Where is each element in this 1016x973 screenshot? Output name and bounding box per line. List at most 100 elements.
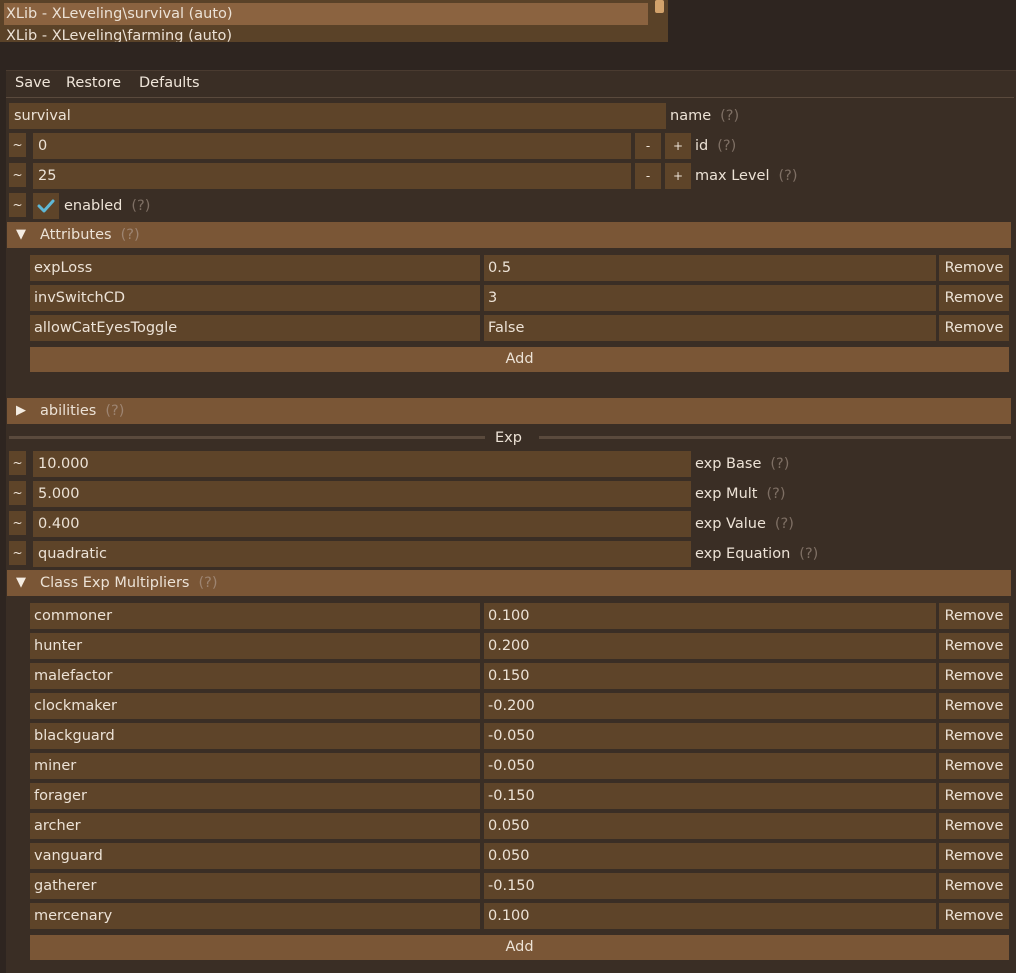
remove-button[interactable]: Remove — [939, 843, 1009, 869]
class-multiplier-key-cell[interactable]: miner — [30, 753, 480, 779]
class-multiplier-key-cell[interactable]: malefactor — [30, 663, 480, 689]
help-icon[interactable]: (?) — [105, 403, 124, 419]
remove-button[interactable]: Remove — [939, 813, 1009, 839]
attribute-value-cell[interactable]: False — [484, 315, 936, 341]
help-icon[interactable]: (?) — [766, 486, 785, 502]
class-multiplier-value: 0.100 — [488, 608, 530, 624]
remove-button[interactable]: Remove — [939, 873, 1009, 899]
class-multiplier-key-cell[interactable]: archer — [30, 813, 480, 839]
class-multiplier-value-cell[interactable]: 0.200 — [484, 633, 936, 659]
class-multiplier-key: forager — [34, 788, 87, 804]
restore-menu-item[interactable]: Restore — [66, 73, 121, 93]
list-scrollbar[interactable] — [655, 0, 664, 13]
attribute-value-cell[interactable]: 0.5 — [484, 255, 936, 281]
exp-input[interactable]: quadratic — [33, 541, 691, 567]
max-level-decrement-button[interactable]: - — [635, 163, 661, 189]
attributes-header[interactable]: ▼ Attributes (?) — [7, 222, 1011, 248]
class-multiplier-key: gatherer — [34, 878, 97, 894]
class-multiplier-value-cell[interactable]: 0.050 — [484, 813, 936, 839]
class-multiplier-value-cell[interactable]: 0.100 — [484, 603, 936, 629]
class-multiplier-value-cell[interactable]: -0.150 — [484, 873, 936, 899]
enabled-reset-button[interactable]: ~ — [9, 193, 26, 217]
exp-section-title: Exp — [495, 430, 522, 446]
save-menu-item[interactable]: Save — [15, 73, 51, 93]
remove-button[interactable]: Remove — [939, 315, 1009, 341]
enabled-checkbox[interactable] — [33, 193, 59, 219]
remove-button[interactable]: Remove — [939, 603, 1009, 629]
exp-input-value: 0.400 — [38, 516, 80, 532]
class-multiplier-key-cell[interactable]: commoner — [30, 603, 480, 629]
class-multiplier-key-cell[interactable]: blackguard — [30, 723, 480, 749]
class-multiplier-value-cell[interactable]: 0.050 — [484, 843, 936, 869]
class-multiplier-value: -0.200 — [488, 698, 535, 714]
remove-button[interactable]: Remove — [939, 663, 1009, 689]
attribute-value-cell[interactable]: 3 — [484, 285, 936, 311]
class-multiplier-key-cell[interactable]: clockmaker — [30, 693, 480, 719]
remove-button[interactable]: Remove — [939, 723, 1009, 749]
class-multiplier-value-cell[interactable]: -0.050 — [484, 753, 936, 779]
attribute-key-cell[interactable]: allowCatEyesToggle — [30, 315, 480, 341]
defaults-menu-item[interactable]: Defaults — [139, 73, 200, 93]
exp-reset-button[interactable]: ~ — [9, 511, 26, 535]
exp-input[interactable]: 5.000 — [33, 481, 691, 507]
name-label: name (?) — [670, 103, 739, 129]
max-level-increment-button[interactable]: + — [665, 163, 691, 189]
class-multiplier-key-cell[interactable]: hunter — [30, 633, 480, 659]
exp-field-label: exp Base (?) — [695, 451, 789, 477]
exp-input[interactable]: 10.000 — [33, 451, 691, 477]
collapse-triangle-icon: ▼ — [16, 575, 26, 590]
attribute-value: 3 — [488, 290, 498, 306]
help-icon[interactable]: (?) — [720, 108, 739, 124]
attributes-title: Attributes — [40, 227, 112, 243]
id-reset-button[interactable]: ~ — [9, 133, 26, 157]
remove-button[interactable]: Remove — [939, 693, 1009, 719]
help-icon[interactable]: (?) — [717, 138, 736, 154]
max-level-input[interactable]: 25 — [33, 163, 631, 189]
remove-button[interactable]: Remove — [939, 753, 1009, 779]
class-multiplier-value-cell[interactable]: -0.200 — [484, 693, 936, 719]
class-multipliers-header[interactable]: ▼ Class Exp Multipliers (?) — [7, 570, 1011, 596]
exp-field-label: exp Value (?) — [695, 511, 794, 537]
id-input[interactable]: 0 — [33, 133, 631, 159]
exp-reset-button[interactable]: ~ — [9, 481, 26, 505]
exp-reset-button[interactable]: ~ — [9, 451, 26, 475]
class-multiplier-key-cell[interactable]: gatherer — [30, 873, 480, 899]
help-icon[interactable]: (?) — [131, 198, 150, 214]
class-multiplier-value: 0.100 — [488, 908, 530, 924]
name-input[interactable]: survival — [9, 103, 666, 129]
class-multiplier-key-cell[interactable]: vanguard — [30, 843, 480, 869]
class-multiplier-value-cell[interactable]: -0.150 — [484, 783, 936, 809]
exp-reset-button[interactable]: ~ — [9, 541, 26, 565]
remove-button[interactable]: Remove — [939, 633, 1009, 659]
exp-field-label-text: exp Mult — [695, 486, 758, 502]
abilities-header[interactable]: ▶ abilities (?) — [7, 398, 1011, 424]
class-multiplier-key-cell[interactable]: mercenary — [30, 903, 480, 929]
class-multipliers-add-button[interactable]: Add — [30, 935, 1009, 960]
exp-field-label: exp Mult (?) — [695, 481, 786, 507]
file-list[interactable]: XLib - XLeveling\survival (auto) XLib - … — [0, 0, 668, 42]
help-icon[interactable]: (?) — [799, 546, 818, 562]
id-increment-button[interactable]: + — [665, 133, 691, 159]
class-multiplier-key-cell[interactable]: forager — [30, 783, 480, 809]
file-list-item[interactable]: XLib - XLeveling\farming (auto) — [6, 25, 648, 42]
id-decrement-button[interactable]: - — [635, 133, 661, 159]
class-multiplier-value-cell[interactable]: 0.100 — [484, 903, 936, 929]
max-level-reset-button[interactable]: ~ — [9, 163, 26, 187]
help-icon[interactable]: (?) — [778, 168, 797, 184]
remove-button[interactable]: Remove — [939, 783, 1009, 809]
help-icon[interactable]: (?) — [770, 456, 789, 472]
class-multiplier-value-cell[interactable]: -0.050 — [484, 723, 936, 749]
remove-button[interactable]: Remove — [939, 255, 1009, 281]
attribute-key-cell[interactable]: invSwitchCD — [30, 285, 480, 311]
remove-button[interactable]: Remove — [939, 903, 1009, 929]
attributes-add-button[interactable]: Add — [30, 347, 1009, 372]
class-multiplier-value-cell[interactable]: 0.150 — [484, 663, 936, 689]
enabled-label: enabled (?) — [64, 193, 150, 219]
exp-input[interactable]: 0.400 — [33, 511, 691, 537]
help-icon[interactable]: (?) — [198, 575, 217, 591]
help-icon[interactable]: (?) — [121, 227, 140, 243]
remove-button[interactable]: Remove — [939, 285, 1009, 311]
help-icon[interactable]: (?) — [775, 516, 794, 532]
file-list-item[interactable]: XLib - XLeveling\survival (auto) — [4, 3, 648, 25]
attribute-key-cell[interactable]: expLoss — [30, 255, 480, 281]
